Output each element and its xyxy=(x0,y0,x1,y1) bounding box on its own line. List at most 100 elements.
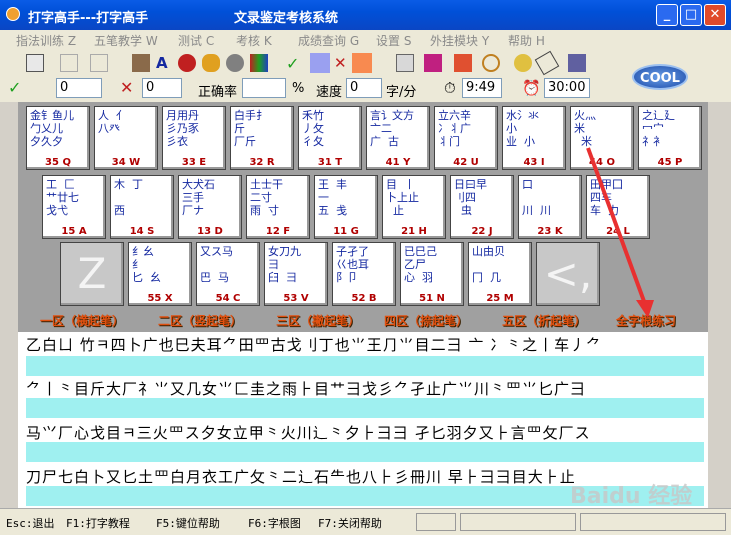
key-code: 31 T xyxy=(317,157,343,168)
key-row2-5[interactable]: 目 丨 卜上止 止 21 H xyxy=(382,175,446,239)
stop-icon[interactable] xyxy=(90,54,108,72)
cool-logo: COOL xyxy=(632,64,688,90)
key-roots: 人 亻 八癶 xyxy=(98,109,127,135)
key-row2-0[interactable]: 工 匚 艹廿七 戈弋 15 A xyxy=(42,175,106,239)
key-row1-1[interactable]: 人 亻 八癶 34 W xyxy=(94,106,158,170)
menu-fingering[interactable]: 指法训练 Z xyxy=(16,32,76,49)
key-row1-6[interactable]: 立六辛 冫丬广 丬门 42 U xyxy=(434,106,498,170)
menu-scores[interactable]: 成绩查询 G xyxy=(298,32,359,49)
key-code: 53 V xyxy=(283,293,309,304)
book-icon[interactable] xyxy=(132,54,150,72)
title-bar: 打字高手---打字高手 文录鉴定考核系统 _ □ ✕ xyxy=(0,0,731,30)
people-icon[interactable] xyxy=(202,54,220,72)
menu-exam[interactable]: 考核 K xyxy=(236,32,272,49)
menu-test[interactable]: 测试 C xyxy=(178,32,214,49)
key-roots: 木 丁 西 xyxy=(114,178,143,217)
key-row2-1[interactable]: 木 丁 西 14 S xyxy=(110,175,174,239)
key-roots: 禾竹 丿攵 彳夂 xyxy=(302,109,324,148)
key-row3-2[interactable]: 又ス马 巴 马 54 C xyxy=(196,242,260,306)
status-panel-3 xyxy=(580,513,726,531)
key-row2-2[interactable]: 大犬石 三手 厂ナ 13 D xyxy=(178,175,242,239)
status-f7: F7:关闭帮助 xyxy=(318,517,382,530)
key-row1-3[interactable]: 白手扌 斤 厂斤 32 R xyxy=(230,106,294,170)
key-roots: 言讠文方 亠二 广 古 xyxy=(370,109,414,148)
maximize-button[interactable]: □ xyxy=(680,4,702,26)
key-roots: 女刀九 彐 臼 彐 xyxy=(268,245,301,284)
key-row3-1[interactable]: 纟幺 纟 匕 幺 55 X xyxy=(128,242,192,306)
gear-icon[interactable] xyxy=(226,54,244,72)
zone-3-label[interactable]: 三区（撇起笔） xyxy=(276,312,360,329)
wrong-color-swatch[interactable] xyxy=(352,53,372,73)
user-icon[interactable] xyxy=(514,54,532,72)
time-limit-field: 30:00 xyxy=(544,78,590,98)
key-roots: 王 丰 一 五 戋 xyxy=(318,178,347,217)
input-band-2[interactable] xyxy=(26,398,704,418)
close-button[interactable]: ✕ xyxy=(704,4,726,26)
box-icon[interactable] xyxy=(454,54,472,72)
menu-plugins[interactable]: 外挂模块 Y xyxy=(430,32,489,49)
speed-unit-label: 字/分 xyxy=(386,85,417,100)
key-row3-0[interactable]: Z xyxy=(60,242,124,306)
key-row1-2[interactable]: 月用丹 彡乃豕 彡衣 33 E xyxy=(162,106,226,170)
key-row2-8[interactable]: 田甲囗 四车 车 力 24 L xyxy=(586,175,650,239)
alarm-icon[interactable] xyxy=(482,54,500,72)
cross-icon[interactable]: ✕ xyxy=(334,54,352,72)
input-band-3[interactable] xyxy=(26,442,704,462)
check-icon[interactable]: ✓ xyxy=(286,54,304,73)
key-row3-5[interactable]: 已巳己 乙尸 心 羽 51 N xyxy=(400,242,464,306)
key-row2-6[interactable]: 日曰早 刂四 虫 22 J xyxy=(450,175,514,239)
exit-door-icon[interactable] xyxy=(568,54,586,72)
wrong-count-field: 0 xyxy=(142,78,182,98)
print-icon[interactable] xyxy=(396,54,414,72)
key-row1-7[interactable]: 水氵氺 小 业 小 43 I xyxy=(502,106,566,170)
practice-line-2: ⺈丨⺀目斤大厂礻⺌又几女⺌匚圭之雨⺊目⺾⺕戈彡⺈孑止广⺌川⺀罒⺌匕广⺕ xyxy=(26,380,587,398)
key-code: 51 N xyxy=(419,293,445,304)
key-code: 55 X xyxy=(147,293,173,304)
elapsed-time-field: 9:49 xyxy=(462,78,502,98)
key-row2-4[interactable]: 王 丰 一 五 戋 11 G xyxy=(314,175,378,239)
key-code: 43 I xyxy=(523,157,545,168)
key-roots: 工 匚 艹廿七 戈弋 xyxy=(46,178,79,217)
menu-help[interactable]: 帮助 H xyxy=(508,32,545,49)
zone-4-label[interactable]: 四区（捺起笔） xyxy=(384,312,468,329)
key-roots: 又ス马 巴 马 xyxy=(200,245,233,284)
key-row1-9[interactable]: 之辶廴 冖宀 礻衤 45 P xyxy=(638,106,702,170)
key-roots: 已巳己 乙尸 心 羽 xyxy=(404,245,437,284)
zone-5-label[interactable]: 五区（折起笔） xyxy=(502,312,586,329)
key-row3-7[interactable]: <, xyxy=(536,242,600,306)
correct-icon: ✓ xyxy=(8,78,22,97)
key-code: 21 H xyxy=(401,226,427,237)
palette-icon[interactable] xyxy=(250,54,268,72)
mail-icon[interactable] xyxy=(424,54,442,72)
zone-1-label[interactable]: 一区（横起笔） xyxy=(40,312,124,329)
key-code: 11 G xyxy=(333,226,359,237)
eraser-icon[interactable] xyxy=(534,50,560,76)
input-band-1[interactable] xyxy=(26,356,704,376)
key-row2-3[interactable]: 土士干 二寸 雨 寸 12 F xyxy=(246,175,310,239)
key-row3-6[interactable]: 山由贝 冂 几 25 M xyxy=(468,242,532,306)
key-row1-5[interactable]: 言讠文方 亠二 广 古 41 Y xyxy=(366,106,430,170)
key-code: 14 S xyxy=(129,226,155,237)
key-row1-8[interactable]: 火灬 米 米 44 O xyxy=(570,106,634,170)
font-icon[interactable]: A xyxy=(156,54,174,72)
key-row1-0[interactable]: 金钅鱼儿 勹乂儿 夕久夕 35 Q xyxy=(26,106,90,170)
key-code: 45 P xyxy=(657,157,683,168)
minimize-button[interactable]: _ xyxy=(656,4,678,26)
menu-wubi[interactable]: 五笔教学 W xyxy=(94,32,158,49)
play-icon[interactable] xyxy=(26,54,44,72)
menu-settings[interactable]: 设置 S xyxy=(376,32,411,49)
key-roots: 白手扌 斤 厂斤 xyxy=(234,109,267,148)
pause-icon[interactable] xyxy=(60,54,78,72)
correct-color-swatch[interactable] xyxy=(310,53,330,73)
key-row3-3[interactable]: 女刀九 彐 臼 彐 53 V xyxy=(264,242,328,306)
key-row3-4[interactable]: 子孑了 巜也耳 阝卩 52 B xyxy=(332,242,396,306)
key-row1-4[interactable]: 禾竹 丿攵 彳夂 31 T xyxy=(298,106,362,170)
zone-2-label[interactable]: 二区（竖起笔） xyxy=(158,312,242,329)
key-roots: 纟幺 纟 匕 幺 xyxy=(132,245,161,284)
key-row2-7[interactable]: 口 川 川 23 K xyxy=(518,175,582,239)
key-roots: 金钅鱼儿 勹乂儿 夕久夕 xyxy=(30,109,74,148)
color-icon[interactable] xyxy=(178,54,196,72)
key-code: 13 D xyxy=(197,226,223,237)
key-code: 23 K xyxy=(537,226,563,237)
all-roots-practice-label[interactable]: 全字根练习 xyxy=(616,312,676,329)
